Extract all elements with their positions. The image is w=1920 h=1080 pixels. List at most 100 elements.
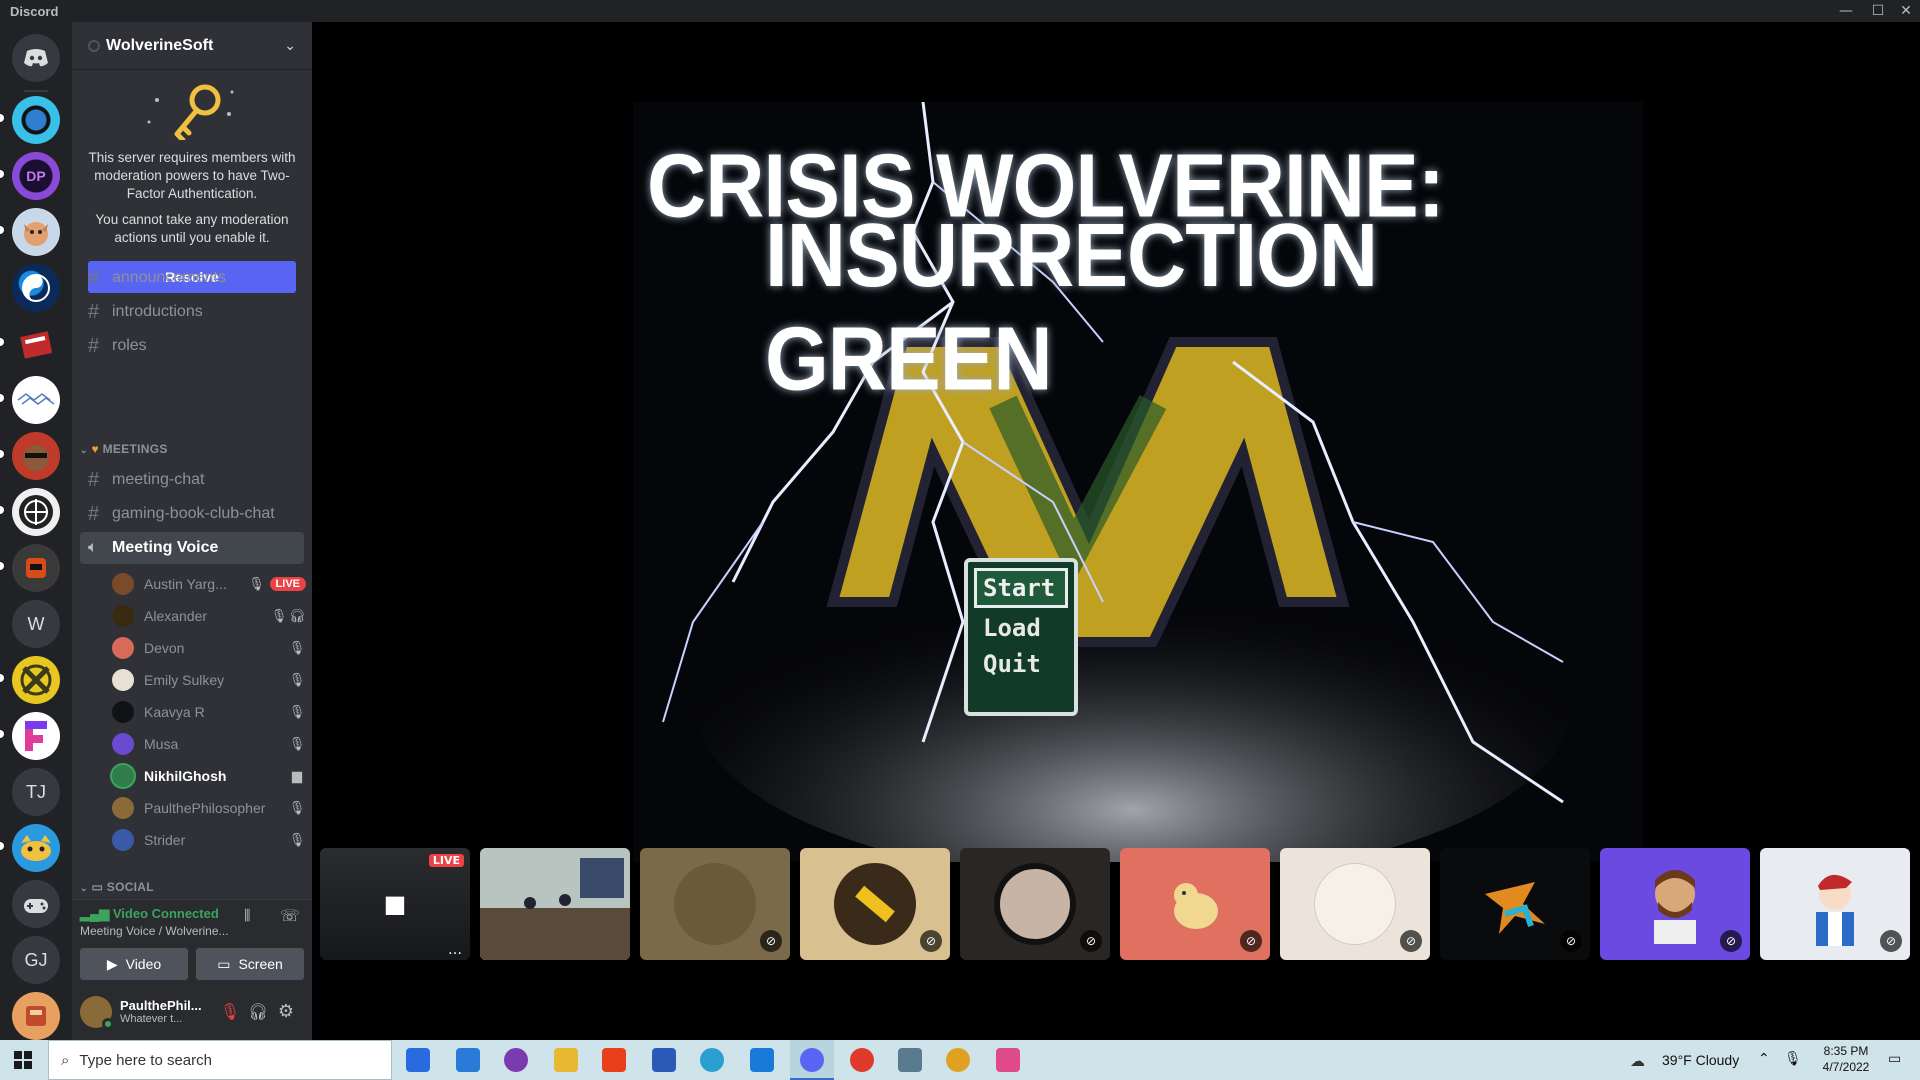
store-icon[interactable] <box>406 1048 430 1072</box>
server-header[interactable]: WolverineSoft ⌄ <box>72 22 312 70</box>
server-icon-cartoon[interactable] <box>12 824 60 872</box>
screen-share-button[interactable]: ▭ Screen <box>196 948 304 980</box>
github-icon[interactable] <box>504 1048 528 1072</box>
server-icon-orange[interactable] <box>12 992 60 1040</box>
voice-user-alexander[interactable]: Alexander 🎙︎ 🎧︎ <box>112 602 306 630</box>
server-icon-tj[interactable]: TJ <box>12 768 60 816</box>
voice-user-paul[interactable]: PaulthePhilosopher 🎙︎ <box>112 794 306 822</box>
avatar[interactable] <box>80 995 114 1030</box>
avatar <box>112 605 134 627</box>
cloud-icon: ☁︎ <box>1630 1052 1645 1070</box>
more-icon[interactable]: … <box>448 942 462 958</box>
voice-user-nikhil[interactable]: NikhilGhosh ▆ <box>112 762 306 790</box>
voice-user-kaavya[interactable]: Kaavya R 🎙︎ <box>112 698 306 726</box>
server-icon-gj[interactable]: GJ <box>12 936 60 984</box>
channel-introductions[interactable]: # introductions <box>80 296 304 328</box>
avatar <box>112 669 134 691</box>
word-icon[interactable] <box>652 1048 676 1072</box>
server-icon-animal[interactable] <box>12 208 60 256</box>
noise-suppression-icon[interactable]: ⫼ <box>244 908 250 924</box>
taskbar-search[interactable]: ⌕ Type here to search <box>48 1040 392 1080</box>
voice-user-name: Emily Sulkey <box>144 672 225 688</box>
voice-user-austin[interactable]: Austin Yarg... 🎙︎ LIVE <box>112 570 306 598</box>
server-letter-w: W <box>27 613 45 634</box>
maximize-icon[interactable]: ☐ <box>1864 0 1892 22</box>
hash-icon: # <box>88 468 100 491</box>
disconnect-icon[interactable]: ☏ <box>280 906 300 925</box>
channel-meeting-chat[interactable]: # meeting-chat <box>80 464 304 496</box>
tile-participant-alexander[interactable]: ⊘ <box>800 848 950 960</box>
server-icon-red-box[interactable] <box>12 320 60 368</box>
video-button[interactable]: ▶ Video <box>80 948 188 980</box>
voice-connection-panel: ▂▄▆ Video Connected Meeting Voice / Wolv… <box>72 899 312 983</box>
tile-participant-nikhil[interactable]: ⊘ <box>640 848 790 960</box>
minimize-icon[interactable]: — <box>1832 0 1860 22</box>
clock[interactable]: 8:35 PM 4/7/2022 <box>1806 1043 1886 1075</box>
microphone-icon[interactable]: 🎙︎ <box>1784 1051 1802 1067</box>
server-icon-pattern[interactable] <box>12 376 60 424</box>
chevron-up-icon[interactable]: ⌃ <box>1758 1051 1770 1067</box>
server-icon-f[interactable] <box>12 712 60 760</box>
file-explorer-icon[interactable] <box>554 1048 578 1072</box>
mail-icon[interactable] <box>456 1048 480 1072</box>
tile-participant-kaavya[interactable]: ⊘ <box>1440 848 1590 960</box>
live-badge: LIVE <box>269 577 306 591</box>
mic-muted-icon: 🎙︎ <box>248 576 265 591</box>
voice-channel-meeting-voice[interactable]: 🔈︎ Meeting Voice <box>80 532 304 564</box>
voice-user-strider[interactable]: Strider 🎙︎ <box>112 826 306 854</box>
connection-channel[interactable]: Meeting Voice / Wolverine... <box>80 924 229 938</box>
slack-icon[interactable] <box>996 1048 1020 1072</box>
office-icon[interactable] <box>602 1048 626 1072</box>
discord-home-icon[interactable] <box>12 34 60 82</box>
game-menu: Start Load Quit <box>964 558 1078 716</box>
category-meetings[interactable]: ⌄ ♥ MEETINGS <box>80 442 168 456</box>
server-icon-helmet[interactable] <box>12 488 60 536</box>
channel-roles[interactable]: # roles <box>80 330 304 362</box>
vscode-icon[interactable] <box>750 1048 774 1072</box>
app-icon-red[interactable] <box>850 1048 874 1072</box>
user-info[interactable]: PaulthePhil... Whatever t... <box>120 998 206 1025</box>
gear-icon[interactable]: ⚙ <box>272 1001 300 1022</box>
chevron-down-icon[interactable]: ⌄ <box>284 38 296 54</box>
server-icon-yin-yang[interactable] <box>12 264 60 312</box>
mic-muted-icon[interactable]: 🎙︎ <box>216 1002 244 1021</box>
avatar <box>1314 863 1396 945</box>
chevron-down-icon: ⌄ <box>80 445 88 455</box>
mic-muted-icon: 🎙︎ <box>288 800 306 815</box>
app-icon-gray[interactable] <box>898 1048 922 1072</box>
focused-stream[interactable]: CRISIS WOLVERINE: INSURRECTION GREEN Sta… <box>633 102 1643 862</box>
category-social[interactable]: ⌄ ▭ SOCIAL <box>80 880 154 894</box>
notice-text-2: You cannot take any moderation actions u… <box>95 212 289 245</box>
unread-indicator <box>0 338 4 346</box>
notifications-icon[interactable]: ▭ <box>1888 1051 1901 1067</box>
discord-taskbar-button[interactable] <box>790 1040 834 1080</box>
hash-icon: # <box>88 300 100 323</box>
server-icon-yellow[interactable] <box>12 656 60 704</box>
channel-announcements[interactable]: # announcements <box>80 262 304 294</box>
windows-start-icon[interactable] <box>14 1051 32 1069</box>
game-menu-start: Start <box>974 568 1068 608</box>
server-icon-dp[interactable]: DP <box>12 152 60 200</box>
close-icon[interactable]: ✕ <box>1892 0 1920 22</box>
server-icon-eye[interactable] <box>12 96 60 144</box>
tile-participant-emily[interactable]: ⊘ <box>1280 848 1430 960</box>
tile-participant-musa[interactable]: ⊘ <box>1600 848 1750 960</box>
server-icon-w[interactable]: W <box>12 600 60 648</box>
tile-classroom-camera[interactable] <box>480 848 630 960</box>
tile-participant-strider[interactable]: ⊘ <box>1760 848 1910 960</box>
tile-participant-person[interactable]: ⊘ <box>960 848 1110 960</box>
headphones-icon[interactable]: 🎧︎ <box>244 1002 272 1021</box>
server-icon-gamepad[interactable] <box>12 880 60 928</box>
tile-participant-devon[interactable]: ⊘ <box>1120 848 1270 960</box>
unread-indicator <box>0 114 4 122</box>
voice-user-devon[interactable]: Devon 🎙︎ <box>112 634 306 662</box>
server-icon-face[interactable] <box>12 432 60 480</box>
server-icon-robot[interactable] <box>12 544 60 592</box>
voice-user-musa[interactable]: Musa 🎙︎ <box>112 730 306 758</box>
edge-icon[interactable] <box>700 1048 724 1072</box>
tile-stream-preview[interactable]: LIVE ■ … <box>320 848 470 960</box>
weather-text[interactable]: 39°F Cloudy <box>1662 1052 1739 1068</box>
voice-user-emily[interactable]: Emily Sulkey 🎙︎ <box>112 666 306 694</box>
channel-gaming-book-club-chat[interactable]: # gaming-book-club-chat <box>80 498 304 530</box>
chrome-icon[interactable] <box>946 1048 970 1072</box>
